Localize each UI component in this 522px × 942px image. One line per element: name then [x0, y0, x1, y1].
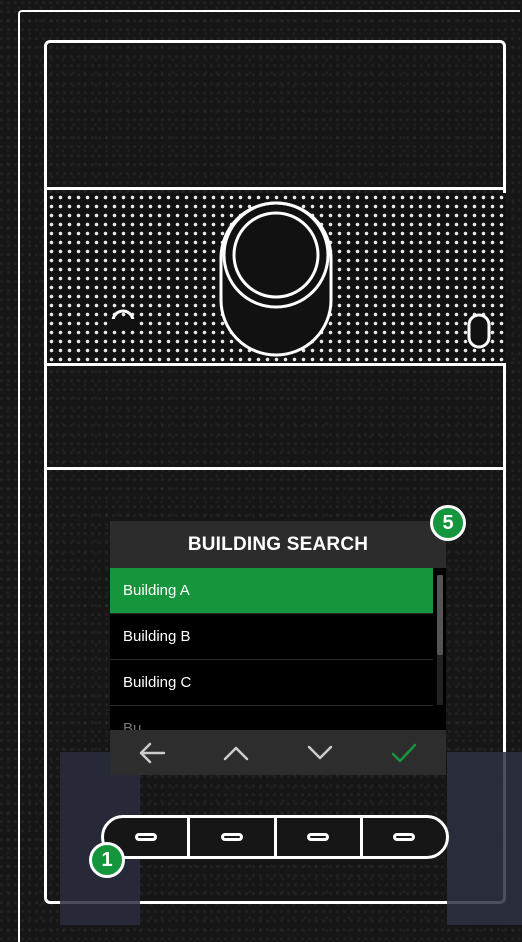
hardware-button-3[interactable]: [277, 818, 363, 856]
divider: [44, 467, 506, 470]
button-dash-icon: [220, 833, 243, 841]
divider: [44, 187, 506, 190]
screen-nav-bar: [110, 730, 446, 775]
button-dash-icon: [393, 833, 416, 841]
button-dash-icon: [134, 833, 157, 841]
up-button[interactable]: [206, 733, 266, 773]
scrollbar[interactable]: [437, 575, 443, 705]
list-item[interactable]: Building C: [110, 660, 433, 706]
button-backlight: [447, 752, 522, 925]
callout-badge: 1: [89, 842, 125, 878]
chevron-up-icon: [223, 746, 249, 760]
callout-badge: 5: [430, 505, 466, 541]
speaker-grille: [47, 193, 506, 363]
arrow-left-icon: [139, 742, 166, 763]
building-list: Building A Building B Building C Bu: [110, 568, 433, 750]
speaker-slot-icon: [467, 313, 491, 349]
hardware-button-4[interactable]: [363, 818, 446, 856]
list-item[interactable]: Building B: [110, 614, 433, 660]
list-item-label: Building A: [123, 582, 190, 599]
hardware-button-2[interactable]: [190, 818, 277, 856]
list-item-label: Building B: [123, 628, 191, 645]
button-dash-icon: [307, 833, 330, 841]
scrollbar-thumb[interactable]: [437, 575, 443, 655]
list-item-label: Building C: [123, 674, 192, 691]
screen-title: BUILDING SEARCH: [110, 521, 446, 568]
down-button[interactable]: [290, 733, 350, 773]
checkmark-icon: [391, 743, 417, 762]
camera-lens-icon: [241, 220, 311, 290]
confirm-button[interactable]: [374, 733, 434, 773]
chevron-down-icon: [307, 745, 333, 759]
divider: [44, 363, 506, 366]
hardware-button-strip: [101, 815, 449, 859]
list-item[interactable]: Building A: [110, 568, 433, 614]
building-search-screen: BUILDING SEARCH Building A Building B Bu…: [110, 521, 446, 775]
back-button[interactable]: [122, 733, 182, 773]
